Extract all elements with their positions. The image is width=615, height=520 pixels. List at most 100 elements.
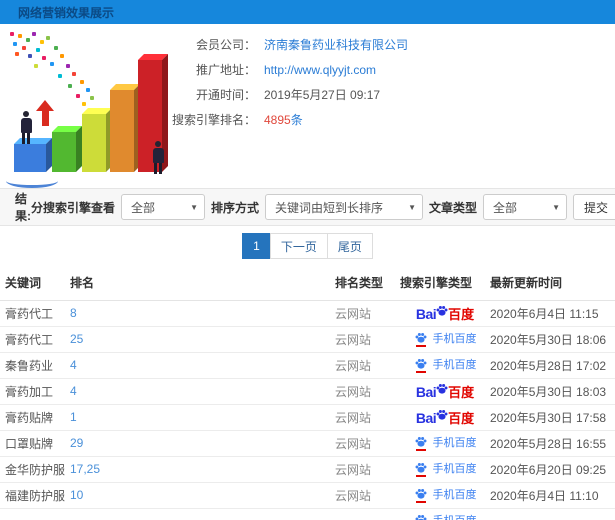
updated-cell: 2020年5月30日 18:06	[490, 326, 615, 353]
rank-cell: 1	[70, 404, 335, 431]
paw-icon	[415, 515, 426, 520]
rank-link[interactable]: 1	[70, 410, 77, 424]
info-row-member-company: 会员公司： 济南秦鲁药业科技有限公司	[170, 32, 615, 57]
engine-cell: Bai 百度	[400, 300, 490, 327]
result-label: 结果:	[15, 192, 31, 223]
page-1-button[interactable]: 1	[242, 233, 271, 259]
bar-green	[52, 132, 76, 172]
last-page-button[interactable]: 尾页	[326, 233, 373, 259]
bar-yellow	[82, 114, 106, 172]
keyword-cell: 膏药代工	[0, 326, 70, 353]
rank-cell: 10	[70, 482, 335, 509]
paw-icon	[436, 306, 448, 316]
engine-cell: 手机百度	[400, 430, 490, 457]
table-row: 膏药贴牌 1 云网站 Bai 百度 2020年5月30日 17:58	[0, 404, 615, 431]
rank-type-cell: 云网站	[335, 378, 400, 405]
table-header-row: 关键词 排名 排名类型 搜索引擎类型 最新更新时间	[0, 266, 615, 301]
keyword-cell: 膏药贴牌	[0, 404, 70, 431]
engine-cell: 手机百度	[400, 326, 490, 353]
sort-label: 排序方式	[211, 200, 260, 215]
mobile-baidu-logo: 手机百度	[414, 331, 477, 347]
table-row: 金华防护服 17,25 云网站 手机百度 2020年6月20日 09:25	[0, 456, 615, 483]
column-header-3: 搜索引擎类型	[400, 266, 490, 301]
rank-cell: 4	[70, 378, 335, 405]
article-type-select[interactable]: 全部 ▼	[483, 194, 568, 220]
engine-rank-count-label: 搜索引擎排名：	[171, 113, 256, 127]
paw-icon	[415, 489, 426, 499]
mobile-baidu-logo: 手机百度	[414, 435, 477, 451]
titlebar: 网络营销效果展示	[0, 0, 615, 24]
submit-button[interactable]: 提交	[573, 194, 615, 220]
mobile-baidu-logo: 手机百度	[414, 357, 477, 373]
article-type-select-value: 全部	[493, 200, 518, 215]
rank-count-number: 4895	[264, 113, 291, 127]
table-row: 膏药代工 8 云网站 Bai 百度 2020年6月4日 11:15	[0, 300, 615, 327]
rank-type-cell: 云网站	[335, 352, 400, 379]
engine-cell: 手机百度	[400, 456, 490, 483]
rank-type-cell: 云网站	[335, 404, 400, 431]
paw-icon	[436, 410, 448, 420]
sort-select-value: 关键词由短到长排序	[275, 200, 384, 215]
rank-link[interactable]: 10	[70, 488, 83, 502]
updated-cell: 2020年6月4日 11:10	[490, 482, 615, 509]
rank-cell	[70, 508, 335, 520]
blue-swoosh-decoration	[6, 174, 58, 188]
pagination: 1 下一页 尾页	[0, 226, 615, 266]
filter-controls: 分搜索引擎查看 全部 ▼ 排序方式 关键词由短到长排序 ▼ 文章类型 全部 ▼ …	[31, 194, 615, 220]
engine-select-value: 全部	[131, 200, 156, 215]
engine-cell: 手机百度	[400, 352, 490, 379]
info-row-engine-rank-count: 搜索引擎排名： 4895条	[170, 107, 615, 132]
member-company-label: 会员公司：	[195, 38, 256, 52]
updated-cell: 2020年5月30日 18:03	[490, 378, 615, 405]
rank-type-cell	[335, 508, 400, 520]
paw-icon	[415, 437, 426, 447]
next-page-button[interactable]: 下一页	[269, 233, 328, 259]
engine-rank-count: 4895条	[264, 111, 303, 128]
businessman-left	[18, 111, 34, 144]
table-row: 手机百度	[0, 508, 615, 520]
column-header-4: 最新更新时间	[490, 266, 615, 301]
keyword-cell: 膏药加工	[0, 378, 70, 405]
rank-link[interactable]: 8	[70, 306, 77, 320]
header-section: 会员公司： 济南秦鲁药业科技有限公司 推广地址： http://www.qlyyjt.…	[0, 24, 615, 188]
updated-cell: 2020年6月4日 11:15	[490, 300, 615, 327]
businessman-right	[150, 141, 166, 174]
confetti-decoration	[10, 32, 14, 36]
updated-cell	[490, 508, 615, 520]
rank-type-cell: 云网站	[335, 300, 400, 327]
sort-select[interactable]: 关键词由短到长排序 ▼	[265, 194, 424, 220]
engine-select[interactable]: 全部 ▼	[121, 194, 205, 220]
article-type-label: 文章类型	[429, 200, 478, 215]
engine-cell: Bai 百度	[400, 404, 490, 431]
rank-link[interactable]: 4	[70, 384, 77, 398]
engine-filter-label: 分搜索引擎查看	[30, 200, 115, 215]
rank-link[interactable]: 25	[70, 332, 83, 346]
engine-cell: Bai 百度	[400, 378, 490, 405]
table-row: 膏药代工 25 云网站 手机百度 2020年5月30日 18:06	[0, 326, 615, 353]
keyword-cell: 膏药代工	[0, 300, 70, 327]
keyword-cell: 秦鲁药业	[0, 352, 70, 379]
chevron-down-icon: ▼	[190, 203, 198, 212]
keyword-cell: 福建防护服	[0, 482, 70, 509]
filter-bar: 结果: 分搜索引擎查看 全部 ▼ 排序方式 关键词由短到长排序 ▼ 文章类型 全…	[0, 188, 615, 226]
table-row: 膏药加工 4 云网站 Bai 百度 2020年5月30日 18:03	[0, 378, 615, 405]
paw-icon	[415, 463, 426, 473]
rank-cell: 4	[70, 352, 335, 379]
rank-link[interactable]: 4	[70, 358, 77, 372]
rank-link[interactable]: 29	[70, 436, 83, 450]
table-row: 福建防护服 10 云网站 手机百度 2020年6月4日 11:10	[0, 482, 615, 509]
rank-type-cell: 云网站	[335, 456, 400, 483]
baidu-logo: Bai 百度	[415, 384, 475, 400]
mobile-baidu-logo: 手机百度	[414, 487, 477, 503]
promotion-url-link[interactable]: http://www.qlyyjt.com	[264, 63, 376, 77]
table-row: 秦鲁药业 4 云网站 手机百度 2020年5月28日 17:02	[0, 352, 615, 379]
rank-type-cell: 云网站	[335, 326, 400, 353]
info-row-promotion-url: 推广地址： http://www.qlyyjt.com	[170, 57, 615, 82]
member-company-link[interactable]: 济南秦鲁药业科技有限公司	[264, 36, 408, 53]
rank-link[interactable]: 17,25	[70, 462, 100, 476]
baidu-logo: Bai 百度	[415, 410, 475, 426]
promotion-url-label: 推广地址：	[195, 63, 256, 77]
rank-cell: 29	[70, 430, 335, 457]
open-time-label: 开通时间：	[195, 88, 256, 102]
column-header-2: 排名类型	[335, 266, 400, 301]
